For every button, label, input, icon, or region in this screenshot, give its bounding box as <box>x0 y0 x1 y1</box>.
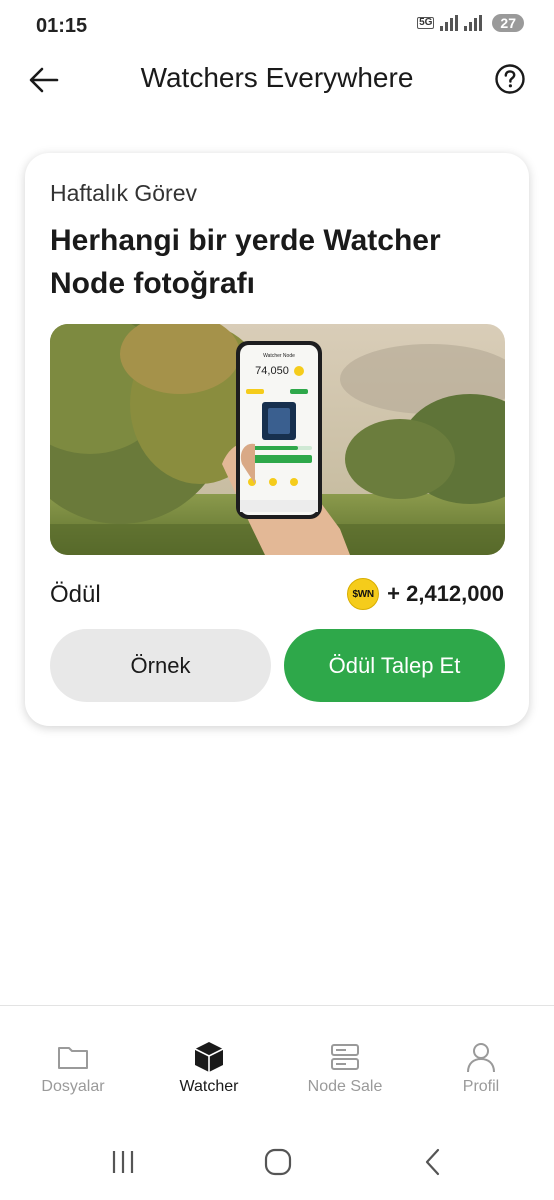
folder-icon <box>58 1047 88 1069</box>
phone-balance: 74,050 <box>255 365 289 377</box>
system-back-button[interactable] <box>413 1142 453 1182</box>
status-icons: 5G 27 <box>417 14 524 32</box>
nav-label-dosyalar: Dosyalar <box>41 1078 105 1095</box>
chevron-left-icon <box>425 1148 440 1176</box>
reward-value: $WN + 2,412,000 <box>347 578 504 610</box>
system-nav-bar <box>0 1128 554 1200</box>
home-icon <box>264 1148 292 1176</box>
page-title: Watchers Everywhere <box>140 62 414 93</box>
task-card: Haftalık Görev Herhangi bir yerde Watche… <box>25 153 529 726</box>
task-example-image: Watcher Node 74,050 <box>50 324 505 555</box>
nav-item-watcher[interactable]: Watcher <box>140 1006 278 1116</box>
help-button[interactable] <box>494 63 526 95</box>
bottom-nav: Dosyalar Watcher Node Sale Profil <box>0 1005 554 1124</box>
home-button[interactable] <box>258 1142 298 1182</box>
cube-icon <box>194 1042 224 1072</box>
task-kicker: Haftalık Görev <box>50 180 197 206</box>
question-circle-icon <box>495 64 525 94</box>
wn-coin-icon: $WN <box>347 578 380 610</box>
recent-apps-button[interactable] <box>103 1142 143 1182</box>
battery-level: 27 <box>492 14 524 32</box>
nav-label-profil: Profil <box>462 1078 500 1095</box>
status-bar: 01:15 5G 27 <box>0 0 554 56</box>
status-time: 01:15 <box>36 15 88 37</box>
claim-reward-button[interactable]: Ödül Talep Et <box>284 629 505 702</box>
network-type: 5G <box>417 17 435 29</box>
reward-label: Ödül <box>50 581 101 608</box>
task-title: Herhangi bir yerde Watcher Node fotoğraf… <box>50 224 441 300</box>
park-photo: Watcher Node 74,050 <box>50 324 505 555</box>
nav-label-watcher: Watcher <box>179 1078 239 1095</box>
reward-amount: + 2,412,000 <box>387 581 504 606</box>
nav-label-node-sale: Node Sale <box>307 1078 383 1095</box>
signal-icon <box>440 15 459 31</box>
app-bar: Watchers Everywhere <box>0 56 554 106</box>
nav-item-dosyalar[interactable]: Dosyalar <box>4 1006 142 1116</box>
nav-item-profil[interactable]: Profil <box>412 1006 550 1116</box>
user-icon <box>467 1043 495 1073</box>
signal-icon-2 <box>464 15 483 31</box>
recent-apps-icon <box>112 1151 134 1173</box>
phone-screen-title: Watcher Node <box>263 353 295 359</box>
nav-item-node-sale[interactable]: Node Sale <box>276 1006 414 1116</box>
server-icon <box>331 1044 359 1070</box>
example-button[interactable]: Örnek <box>50 629 271 702</box>
